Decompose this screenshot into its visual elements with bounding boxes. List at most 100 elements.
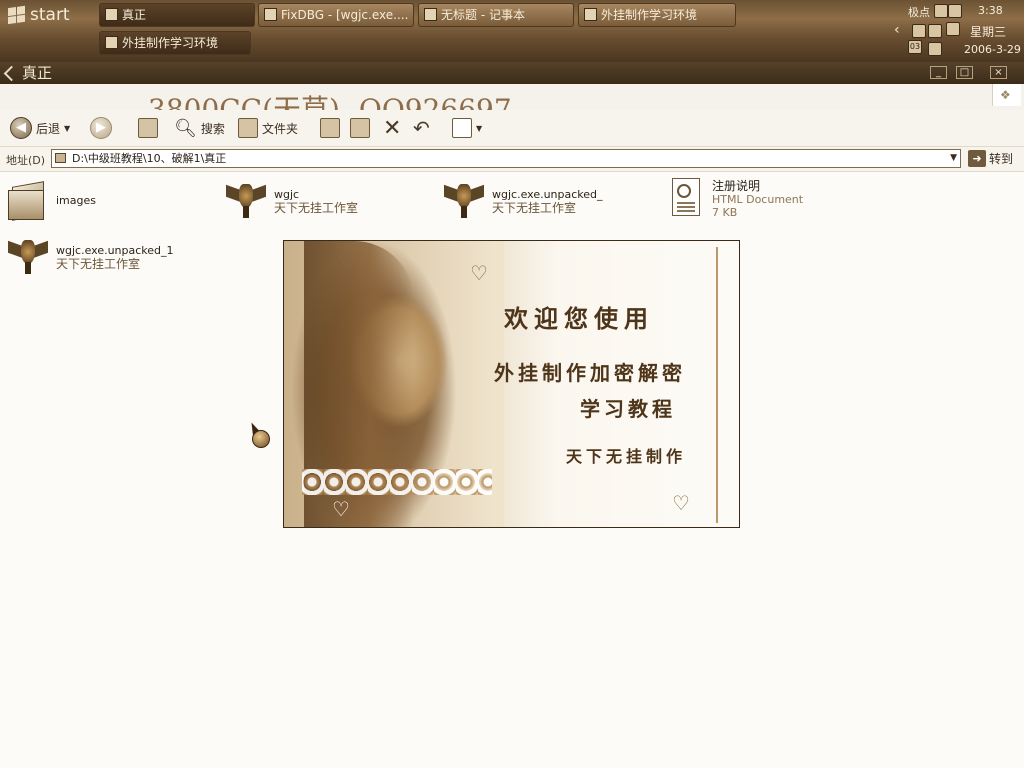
file-name: wgjc [274,188,300,201]
start-label: start [30,5,70,25]
mouse-cursor-icon [247,420,270,448]
splash-line-4: 天下无挂制作 [566,447,687,466]
tray-weekday: 星期三 [970,25,1007,39]
move-to-icon [320,118,340,138]
file-item-images[interactable]: images [8,180,96,221]
back-button[interactable]: ◀ 后退 ▼ [10,114,70,142]
taskbar: start 真正 FixDBG - [wgjc.exe.... 无标题 - 记事… [0,0,1024,62]
up-folder-icon [138,118,158,138]
flower-decoration [302,469,492,495]
folders-label: 文件夹 [262,121,299,136]
taskbar-button-fixdbg[interactable]: FixDBG - [wgjc.exe.... [258,3,414,27]
file-size: 7 KB [712,206,738,219]
go-arrow-icon: ➜ [968,150,986,167]
folder-icon [8,180,48,221]
file-description: 天下无挂工作室 [56,257,141,271]
tray-icon[interactable] [934,4,948,18]
tray-badge[interactable]: 03 [908,40,922,54]
taskbar-button-notepad[interactable]: 无标题 - 记事本 [418,3,574,27]
app-icon [584,8,597,21]
copy-to-icon [350,118,370,138]
file-item-wgjc-unpacked[interactable]: wgjc.exe.unpacked_ 天下无挂工作室 [444,180,603,220]
html-document-icon [668,178,704,220]
task-label: 真正 [122,8,147,22]
heart-icon: ♡ [338,249,356,273]
tray-icon[interactable] [928,42,942,56]
forward-button[interactable]: ▶ [90,114,112,142]
forward-arrow-icon: ▶ [90,117,112,139]
tray-expand-arrow-icon[interactable]: ‹ [894,22,900,38]
task-label: 外挂制作学习环境 [601,8,698,22]
maximize-button[interactable]: □ [956,66,973,79]
network-icon[interactable] [912,24,926,38]
up-folder-button[interactable] [138,114,158,142]
minimize-button[interactable]: _ [930,66,947,79]
taskbar-button-study-env-window[interactable]: 外挂制作学习环境 [99,31,251,55]
back-label: 后退 [36,121,61,136]
address-input[interactable]: D:\中级班教程\10、破解1\真正 ▼ [51,149,961,168]
views-button[interactable]: ▼ [452,114,482,142]
delete-x-icon: ✕ [383,115,402,141]
file-name: 注册说明 [712,179,761,193]
folder-back-icon [3,65,20,82]
windows-logo: ❖ [992,84,1021,106]
file-name: images [56,194,96,207]
toolbar: ◀ 后退 ▼ ▶ 🔍︎ 搜索 文件夹 ✕ ↶ ▼ [0,110,1024,147]
folder-icon [55,153,66,163]
heart-icon: ♡ [332,497,350,521]
safely-remove-icon[interactable] [946,22,960,36]
splash-line-2: 外挂制作加密解密 [494,361,686,385]
notepad-icon [424,8,437,21]
folders-button[interactable]: 文件夹 [238,114,298,142]
window-title: 真正 [22,64,53,82]
file-type: HTML Document [712,193,804,206]
app-icon [105,36,118,49]
app-emblem-icon [444,180,484,220]
decorative-border [716,247,718,523]
search-label: 搜索 [200,121,225,136]
heart-icon: ♡ [672,491,690,515]
move-to-button[interactable] [320,114,340,142]
delete-button[interactable]: ✕ [383,114,401,142]
file-description: 天下无挂工作室 [492,201,577,215]
views-grid-icon [452,118,472,138]
folder-icon [105,8,118,21]
folders-icon [238,118,258,138]
task-label: 无标题 - 记事本 [441,8,525,22]
window-titlebar[interactable]: 真正 _ □ × [0,62,1024,84]
back-arrow-icon: ◀ [10,117,32,139]
task-label: FixDBG - [wgjc.exe.... [281,8,409,22]
taskbar-button-zhenzheng[interactable]: 真正 [99,3,255,27]
tray-icon[interactable] [928,24,942,38]
close-button[interactable]: × [990,66,1007,79]
file-item-wgjc-unpacked-1[interactable]: wgjc.exe.unpacked_1 天下无挂工作室 [8,236,174,276]
file-item-registration-doc[interactable]: 注册说明 HTML Document 7 KB [668,178,803,220]
file-item-wgjc[interactable]: wgjc 天下无挂工作室 [226,180,358,220]
copy-to-button[interactable] [350,114,370,142]
start-button[interactable]: start [0,0,92,30]
file-list-pane: images wgjc 天下无挂工作室 wgjc.exe.unpacked_ 天… [0,172,1024,768]
heart-icon: ♡ [470,261,488,285]
input-method-indicator[interactable]: 极点 [908,4,930,20]
windows-flag-icon: ❖ [1000,88,1011,102]
file-description: 天下无挂工作室 [274,201,359,215]
file-name: wgjc.exe.unpacked_ [492,188,603,201]
debugger-icon [264,8,277,21]
undo-icon: ↶ [413,116,430,140]
tray-date: 2006-3-29 [964,43,1021,56]
undo-button[interactable]: ↶ [413,114,430,142]
search-button[interactable]: 🔍︎ 搜索 [174,114,225,142]
address-path: D:\中级班教程\10、破解1\真正 [72,152,227,165]
go-button[interactable]: ➜ 转到 [968,150,1013,167]
app-emblem-icon [8,236,48,276]
windows-flag-icon [8,5,25,25]
system-tray: 极点 ‹ 03 3:38 星期三 2006-3-29 [894,0,1024,62]
go-label: 转到 [989,152,1014,166]
tray-clock[interactable]: 3:38 [978,4,1003,17]
splash-screen: ♡ ♡ ♡ ♡ 欢迎您使用 外挂制作加密解密 学习教程 天下无挂制作 [283,240,740,528]
address-bar: 地址(D) D:\中级班教程\10、破解1\真正 ▼ ➜ 转到 [0,147,1024,172]
chevron-down-icon[interactable]: ▼ [950,150,957,167]
taskbar-button-study-env[interactable]: 外挂制作学习环境 [578,3,736,27]
tray-icon[interactable] [948,4,962,18]
chevron-down-icon: ▼ [476,123,483,133]
